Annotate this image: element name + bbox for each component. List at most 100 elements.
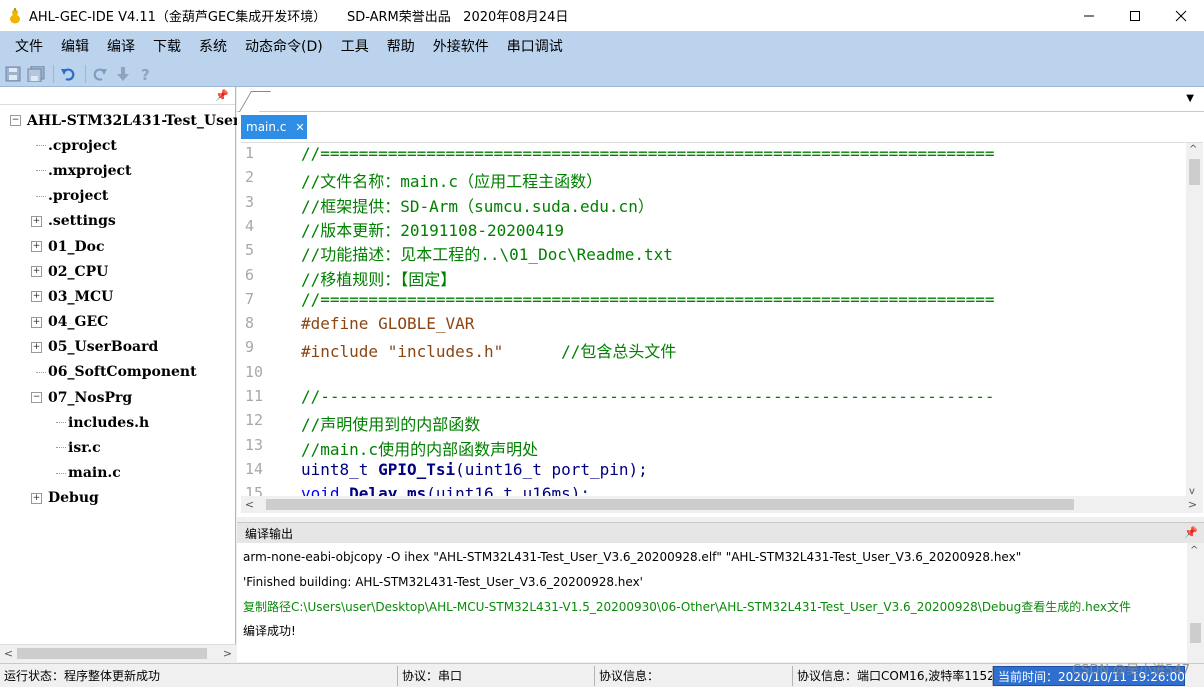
code-text: //main.c使用的内部函数声明处 <box>301 436 538 460</box>
toolbar-separator <box>85 64 86 83</box>
save-icon[interactable] <box>3 64 23 84</box>
tree-connector <box>36 371 46 373</box>
editor-hscrollbar[interactable]: < > <box>241 496 1203 513</box>
menu-item-7[interactable]: 帮助 <box>378 36 424 56</box>
tree-item[interactable]: .project <box>0 184 235 209</box>
tree-item-label: 01_Doc <box>48 238 105 255</box>
pin-icon[interactable]: 📌 <box>1184 526 1198 539</box>
code-text: uint8_t GPIO_Tsi(uint16_t port_pin); <box>301 460 648 479</box>
expand-icon[interactable]: + <box>31 266 42 278</box>
protocol-info: 协议信息： <box>595 665 793 686</box>
scroll-up-icon[interactable]: ^ <box>1189 144 1197 155</box>
scroll-right-icon[interactable]: > <box>219 647 236 660</box>
output-line: arm-none-eabi-objcopy -O ihex "AHL-STM32… <box>243 550 1022 565</box>
line-number: 12 <box>245 411 264 430</box>
collapse-icon[interactable]: − <box>31 392 42 404</box>
expand-icon[interactable]: + <box>31 316 42 328</box>
tree-item[interactable]: includes.h <box>0 410 235 435</box>
tree-item-label: .mxproject <box>48 162 132 179</box>
menu-item-4[interactable]: 系统 <box>190 36 236 56</box>
code-text: //声明使用到的内部函数 <box>301 411 480 435</box>
project-tree-hscrollbar[interactable]: < > <box>0 644 236 661</box>
scroll-right-icon[interactable]: > <box>1184 498 1201 511</box>
line-number: 3 <box>245 192 255 211</box>
expand-icon[interactable]: + <box>31 341 42 353</box>
menu-item-5[interactable]: 动态命令(D) <box>236 36 332 56</box>
scroll-thumb[interactable] <box>17 647 207 659</box>
build-output-panel: 编译输出 📌 arm-none-eabi-objcopy -O ihex "AH… <box>237 522 1204 663</box>
tree-item-label: 07_NosPrg <box>48 389 133 406</box>
menu-item-6[interactable]: 工具 <box>332 36 378 56</box>
tab-list-dropdown-icon[interactable]: ▼ <box>1186 93 1194 104</box>
save-all-icon[interactable] <box>26 64 46 84</box>
tree-connector <box>36 145 46 147</box>
code-token: //声明使用到的内部函数 <box>301 415 481 435</box>
close-button[interactable] <box>1158 0 1204 31</box>
tree-item[interactable]: +05_UserBoard <box>0 335 235 360</box>
menu-item-2[interactable]: 编译 <box>98 36 144 56</box>
scroll-up-icon[interactable]: ^ <box>1190 545 1198 556</box>
scroll-thumb[interactable] <box>1190 623 1201 643</box>
tree-item[interactable]: .cproject <box>0 133 235 158</box>
maximize-button[interactable] <box>1112 0 1158 31</box>
download-icon[interactable] <box>113 64 133 84</box>
tree-item[interactable]: −07_NosPrg <box>0 385 235 410</box>
menu-item-0[interactable]: 文件 <box>6 36 52 56</box>
line-number: 1 <box>245 144 255 162</box>
tree-item-label: Debug <box>48 490 99 507</box>
code-token: uint8_t <box>301 459 379 479</box>
tree-item[interactable]: + .settings <box>0 209 235 234</box>
editor-vscrollbar[interactable]: ^ v <box>1186 143 1203 497</box>
project-explorer-header: 📌 <box>0 87 235 105</box>
tree-item[interactable]: +01_Doc <box>0 234 235 259</box>
tree-item[interactable]: +03_MCU <box>0 284 235 309</box>
tab-main-c[interactable]: main.c ✕ <box>241 115 307 139</box>
redo-icon[interactable] <box>90 64 110 84</box>
undo-icon[interactable] <box>58 64 78 84</box>
expand-icon[interactable]: + <box>31 492 42 504</box>
tree-item[interactable]: − AHL-STM32L431-Test_User <box>0 108 240 133</box>
output-title: 编译输出 <box>245 526 294 541</box>
output-vscrollbar[interactable]: ^ <box>1187 543 1204 663</box>
tree-item[interactable]: .mxproject <box>0 158 235 183</box>
tree-item-label: 03_MCU <box>48 288 114 305</box>
expand-icon[interactable]: + <box>31 241 42 253</box>
window-controls <box>1066 0 1204 31</box>
pin-icon[interactable]: 📌 <box>215 89 229 102</box>
close-tab-icon[interactable]: ✕ <box>295 121 304 134</box>
menu-bar: 文件 编辑 编译 下载 系统 动态命令(D) 工具 帮助 外接软件 串口调试 <box>0 31 1204 61</box>
tree-item-label: .project <box>48 188 109 205</box>
tree-item[interactable]: + Debug <box>0 486 235 511</box>
tree-item[interactable]: 06_SoftComponent <box>0 360 235 385</box>
code-token: (uint16_t port_pin); <box>455 459 648 479</box>
tree-item[interactable]: +02_CPU <box>0 259 235 284</box>
minimize-button[interactable] <box>1066 0 1112 31</box>
menu-item-1[interactable]: 编辑 <box>52 36 98 56</box>
menu-item-9[interactable]: 串口调试 <box>498 36 572 56</box>
line-number: 8 <box>245 314 255 333</box>
scroll-left-icon[interactable]: < <box>241 498 258 511</box>
collapse-icon[interactable]: − <box>10 115 21 127</box>
minimize-icon <box>1084 15 1094 16</box>
watermark: CSDN @吴小进547 <box>1071 663 1190 678</box>
output-line: 'Finished building: AHL-STM32L431-Test_U… <box>243 574 643 589</box>
code-token: //--------------------------------------… <box>301 387 995 406</box>
app-logo-icon <box>7 7 23 24</box>
tree-connector <box>36 170 46 172</box>
tree-item-label: 05_UserBoard <box>48 339 159 356</box>
output-log[interactable]: arm-none-eabi-objcopy -O ihex "AHL-STM32… <box>243 545 1131 643</box>
code-token: //移植规则：【固定】 <box>301 269 457 289</box>
help-icon[interactable]: ? <box>136 64 156 84</box>
tree-item[interactable]: isr.c <box>0 435 235 460</box>
menu-item-8[interactable]: 外接软件 <box>424 36 498 56</box>
code-editor[interactable]: ^ v 1 //=================================… <box>241 142 1203 497</box>
tree-item[interactable]: +04_GEC <box>0 310 235 335</box>
scroll-left-icon[interactable]: < <box>0 647 17 660</box>
expand-icon[interactable]: + <box>31 291 42 303</box>
menu-item-3[interactable]: 下载 <box>144 36 190 56</box>
scroll-thumb[interactable] <box>266 499 1074 510</box>
line-number: 9 <box>245 338 255 357</box>
scroll-thumb[interactable] <box>1189 159 1200 185</box>
tree-item[interactable]: main.c <box>0 461 235 486</box>
expand-icon[interactable]: + <box>31 215 42 227</box>
